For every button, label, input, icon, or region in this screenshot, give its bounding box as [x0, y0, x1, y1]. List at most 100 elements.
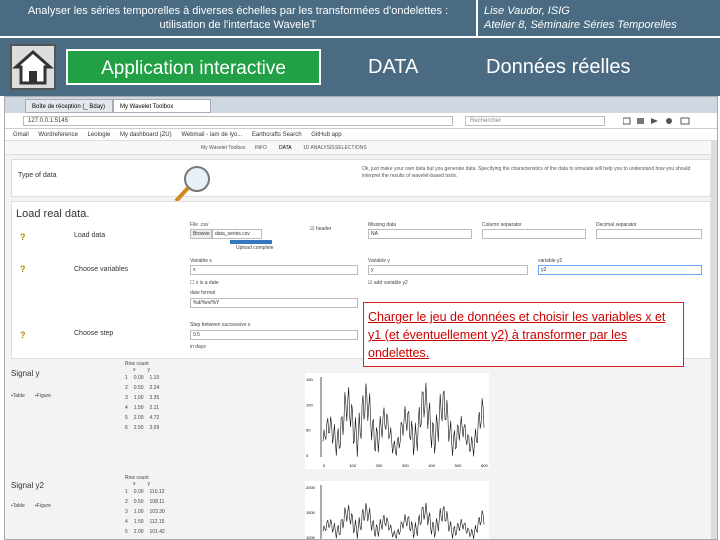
- add-y2-checkbox[interactable]: ☑ add variable y2: [368, 280, 408, 286]
- bookmark-4[interactable]: My dashboard (ZU): [120, 132, 172, 138]
- row-index: 5: [125, 529, 128, 535]
- browser-tab-mail[interactable]: Boîte de réception (_ Bday) ...: [25, 99, 113, 124]
- bookmark-5[interactable]: Webmail - lam de lyo...: [181, 132, 242, 138]
- cell-y: 103.30: [149, 509, 165, 515]
- row-index: 6: [125, 425, 128, 431]
- y-tick-label: 1500: [306, 510, 316, 515]
- row-index: 3: [125, 395, 128, 401]
- bookmark-6[interactable]: Earthcrafts Search: [252, 132, 302, 138]
- tab-info[interactable]: INFO: [255, 141, 267, 155]
- variable-y2-select[interactable]: y2: [538, 265, 702, 275]
- row-index: 5: [125, 415, 128, 421]
- x-tick-label: 400: [428, 463, 435, 468]
- x-tick-label: 600: [481, 463, 488, 468]
- decimal-separator-select[interactable]: [596, 229, 702, 239]
- tab-data[interactable]: DATA: [279, 141, 292, 155]
- signal-y2-table-button[interactable]: ▪Table: [11, 503, 25, 509]
- is-date-checkbox[interactable]: ☐ x is a date: [190, 280, 219, 286]
- variable-x-select[interactable]: x: [190, 265, 358, 275]
- y-tick-label: 100: [306, 402, 313, 407]
- home-icon[interactable]: [10, 44, 56, 90]
- row-index: 4: [125, 519, 128, 525]
- x-tick-label: 300: [402, 463, 409, 468]
- cell-y: 2.24: [149, 385, 160, 391]
- choose-step-label: Choose step: [74, 330, 114, 337]
- missing-label: Missing data: [368, 222, 397, 228]
- presentation-author: Lise Vaudor, ISIG Atelier 8, Séminaire S…: [478, 0, 720, 36]
- x-tick-label: 0: [323, 463, 326, 468]
- url-input[interactable]: 127.0.0.1:5145: [23, 116, 453, 126]
- application-interactive-button[interactable]: Application interactive: [66, 49, 321, 85]
- y-tick-label: 0: [306, 453, 309, 458]
- bookmark-3[interactable]: Leologie: [88, 132, 111, 138]
- cell-y: 112.15: [149, 519, 165, 525]
- signal-y2-figure-button[interactable]: ▪Figure: [35, 503, 51, 509]
- signal-y-figure-button[interactable]: ▪Figure: [35, 393, 51, 399]
- cell-y: 101.42: [149, 529, 165, 535]
- var-y2-label: variable y2: [538, 258, 563, 264]
- row-index: 4: [125, 405, 128, 411]
- browser-tab-toolbox[interactable]: My Wavelet Toolbox: [113, 99, 211, 113]
- nav-real-data-link[interactable]: Données réelles: [486, 56, 631, 79]
- upload-progress-bar: [230, 240, 272, 244]
- table-row: 4 1.50 2.11: [125, 403, 185, 413]
- table-row-2: 2 0.50 108.11: [125, 497, 185, 507]
- search-input[interactable]: Rechercher: [465, 116, 605, 126]
- instruction-callout: Charger le jeu de données et choisir les…: [363, 302, 684, 367]
- signal-line: [322, 382, 485, 457]
- help-icon-3[interactable]: ?: [20, 330, 28, 340]
- cell-x: 1.00: [133, 395, 144, 401]
- x-tick-label: 200: [376, 463, 383, 468]
- author-line-2: Atelier 8, Séminaire Séries Temporelles: [484, 19, 677, 31]
- row-index: 2: [125, 385, 128, 391]
- help-icon-2[interactable]: ?: [20, 264, 28, 274]
- help-icon-1[interactable]: ?: [20, 232, 28, 242]
- y-tick-label: 50: [306, 428, 311, 433]
- bookmark-2[interactable]: Wordreference: [38, 132, 78, 138]
- column-separator-select[interactable]: [482, 229, 586, 239]
- add-y2-label: add variable y2: [373, 280, 408, 286]
- date-format-input[interactable]: %d/%m/%Y: [190, 298, 358, 308]
- cell-y: 3.35: [149, 395, 160, 401]
- nav-data-link[interactable]: DATA: [368, 56, 418, 79]
- presentation-title: Analyser les séries temporelles à divers…: [0, 0, 476, 36]
- browse-button[interactable]: Browse: [190, 229, 212, 239]
- toolbar-icons[interactable]: [623, 116, 693, 126]
- table-row-2: 5 2.00 101.42: [125, 527, 185, 537]
- step-unit: in days: [190, 344, 206, 350]
- table-row: 5 2.00 4.72: [125, 413, 185, 423]
- missing-input[interactable]: NA: [368, 229, 472, 239]
- signal-y-table: Row count xy 1 0.00 1.10 2 0.50 2.24 3 1.00 3.35…: [125, 361, 185, 433]
- signal-y-table-button[interactable]: ▪Table: [11, 393, 25, 399]
- tab-1d-analysis[interactable]: 1D ANALYSIS: [303, 141, 335, 155]
- row-index: 1: [125, 375, 128, 381]
- app-brand[interactable]: My Wavelet Toolbox: [201, 141, 245, 155]
- header-checkbox[interactable]: ☑ header: [310, 226, 331, 232]
- table-row-2: 1 0.00 110.12: [125, 487, 185, 497]
- cell-x: 1.50: [133, 405, 144, 411]
- signal-y2-plot: 2000 1500 1000: [305, 481, 489, 540]
- step-input[interactable]: 0.5: [190, 330, 358, 340]
- tab-selections[interactable]: SELECTIONS: [335, 141, 367, 155]
- y-tick-label: 1000: [306, 535, 316, 540]
- cell-x: 2.00: [133, 415, 144, 421]
- bookmarks-bar: Gmail Wordreference Leologie My dashboar…: [5, 129, 717, 141]
- signal-line: [322, 502, 485, 539]
- signal-y-plot: 150 100 50 0 0 100 200 300 400 500 600: [305, 373, 489, 469]
- variable-y-select[interactable]: y: [368, 265, 528, 275]
- table-row-2: 3 1.00 103.30: [125, 507, 185, 517]
- bookmark-7[interactable]: GitHub app: [311, 132, 341, 138]
- cell-y: 110.12: [149, 489, 165, 495]
- cell-x: 0.00: [133, 489, 144, 495]
- signal-y-title: Signal y: [11, 369, 40, 378]
- bookmark-1[interactable]: Gmail: [13, 132, 29, 138]
- row-index: 3: [125, 509, 128, 515]
- page-scrollbar[interactable]: [711, 141, 717, 539]
- row-index: 1: [125, 489, 128, 495]
- csv-file-label: File .csv: [190, 222, 209, 228]
- author-line-1: Lise Vaudor, ISIG: [484, 5, 570, 17]
- type-of-data-label: Type of data: [18, 172, 57, 179]
- is-date-label: x is a date: [195, 280, 219, 286]
- cell-y: 2.11: [149, 405, 159, 411]
- file-name-field[interactable]: data_series.csv: [212, 229, 262, 239]
